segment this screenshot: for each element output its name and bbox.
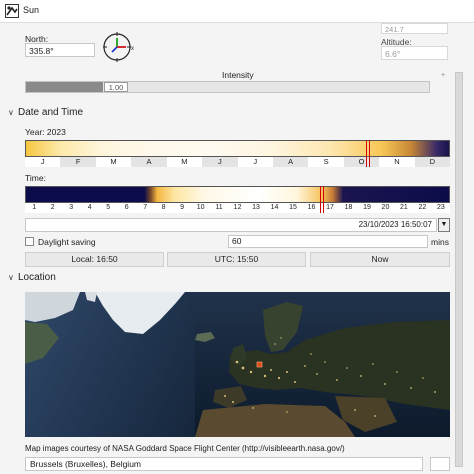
date-time-section-header[interactable]: ∨ Date and Time [8,107,83,118]
location-input[interactable]: Brussels (Bruxelles), Belgium [25,457,423,471]
hour-tick: 14 [265,203,284,213]
hour-tick: 7 [135,203,155,213]
hour-tick: 22 [413,203,432,213]
intensity-value-handle[interactable]: 1.00 [104,82,128,92]
month-tick: J [202,157,238,167]
intensity-fill [26,82,103,92]
daylight-saving-label: Daylight saving [38,237,96,247]
datetime-input[interactable]: 23/10/2023 16:50:07 [25,218,437,232]
hour-tick: 16 [302,203,321,213]
daylight-minutes-input[interactable]: 60 [228,235,428,248]
hour-tick: 19 [357,203,377,213]
compass-icon: x [103,32,134,62]
date-time-title: Date and Time [18,107,84,118]
north-input[interactable]: 335.8° [25,43,95,57]
hour-tick: 15 [283,203,303,213]
month-tick: M [166,157,203,167]
month-tick: D [414,157,451,167]
local-time-button[interactable]: Local: 16:50 [25,252,164,267]
expand-icon[interactable]: + [441,72,445,79]
altitude-field: 6.6° [381,46,448,60]
month-tick: J [25,157,61,167]
hour-tick: 4 [80,203,99,213]
time-daylight-bar[interactable] [25,186,450,203]
hour-tick: 10 [191,203,210,213]
month-tick: A [131,157,167,167]
month-axis: JFMAMJJASOND [25,157,451,167]
month-tick: N [379,157,415,167]
map-credit: Map images courtesy of NASA Goddard Spac… [25,444,345,453]
intensity-label: Intensity [222,70,254,80]
hour-tick: 1 [25,203,44,213]
hour-tick: 11 [209,203,229,213]
hour-tick: 21 [394,203,414,213]
month-tick: A [272,157,309,167]
chevron-down-icon: ∨ [8,108,14,117]
hour-tick: 20 [376,203,395,213]
utc-time-button[interactable]: UTC: 15:50 [167,252,306,267]
chevron-down-icon: ∨ [8,273,14,282]
intensity-slider[interactable] [25,81,430,93]
hour-tick: 3 [61,203,81,213]
time-label: Time: [25,173,46,183]
location-title: Location [18,272,56,283]
location-section-header[interactable]: ∨ Location [8,272,56,283]
hour-tick: 23 [431,203,451,213]
hour-tick: 8 [154,203,173,213]
location-picker-button[interactable] [430,457,450,471]
scrollbar-thumb[interactable] [455,72,463,467]
hour-tick: 5 [98,203,118,213]
minutes-unit-label: mins [431,237,449,247]
year-marker[interactable] [366,140,370,167]
hour-tick: 9 [172,203,192,213]
hour-tick: 12 [228,203,247,213]
calendar-dropdown-button[interactable]: ▼ [438,218,450,232]
month-tick: O [343,157,380,167]
location-marker[interactable] [256,361,263,368]
window-title: Sun [23,5,40,15]
hour-tick: 13 [246,203,266,213]
month-tick: F [60,157,96,167]
title-bar: Sun [0,0,474,22]
world-night-map[interactable] [25,292,450,437]
now-button[interactable]: Now [310,252,450,267]
azimuth-field: 241.7 [381,23,448,34]
vertical-scrollbar[interactable] [455,72,463,467]
daylight-saving-checkbox[interactable] [25,237,34,246]
svg-text:x: x [131,46,134,52]
hour-tick: 18 [339,203,358,213]
time-marker[interactable] [320,186,324,213]
month-tick: M [95,157,132,167]
sun-app-icon [5,4,19,18]
hour-tick: 2 [43,203,62,213]
year-daylight-bar[interactable] [25,140,450,157]
hour-tick: 6 [117,203,136,213]
hour-axis: 1 2 3 4 5 6 7 8 9 10 11 12 13 14 15 16 17 18 19 20 21 22 23 [25,203,451,213]
month-tick: J [237,157,273,167]
month-tick: S [308,157,344,167]
year-label: Year: 2023 [25,127,66,137]
